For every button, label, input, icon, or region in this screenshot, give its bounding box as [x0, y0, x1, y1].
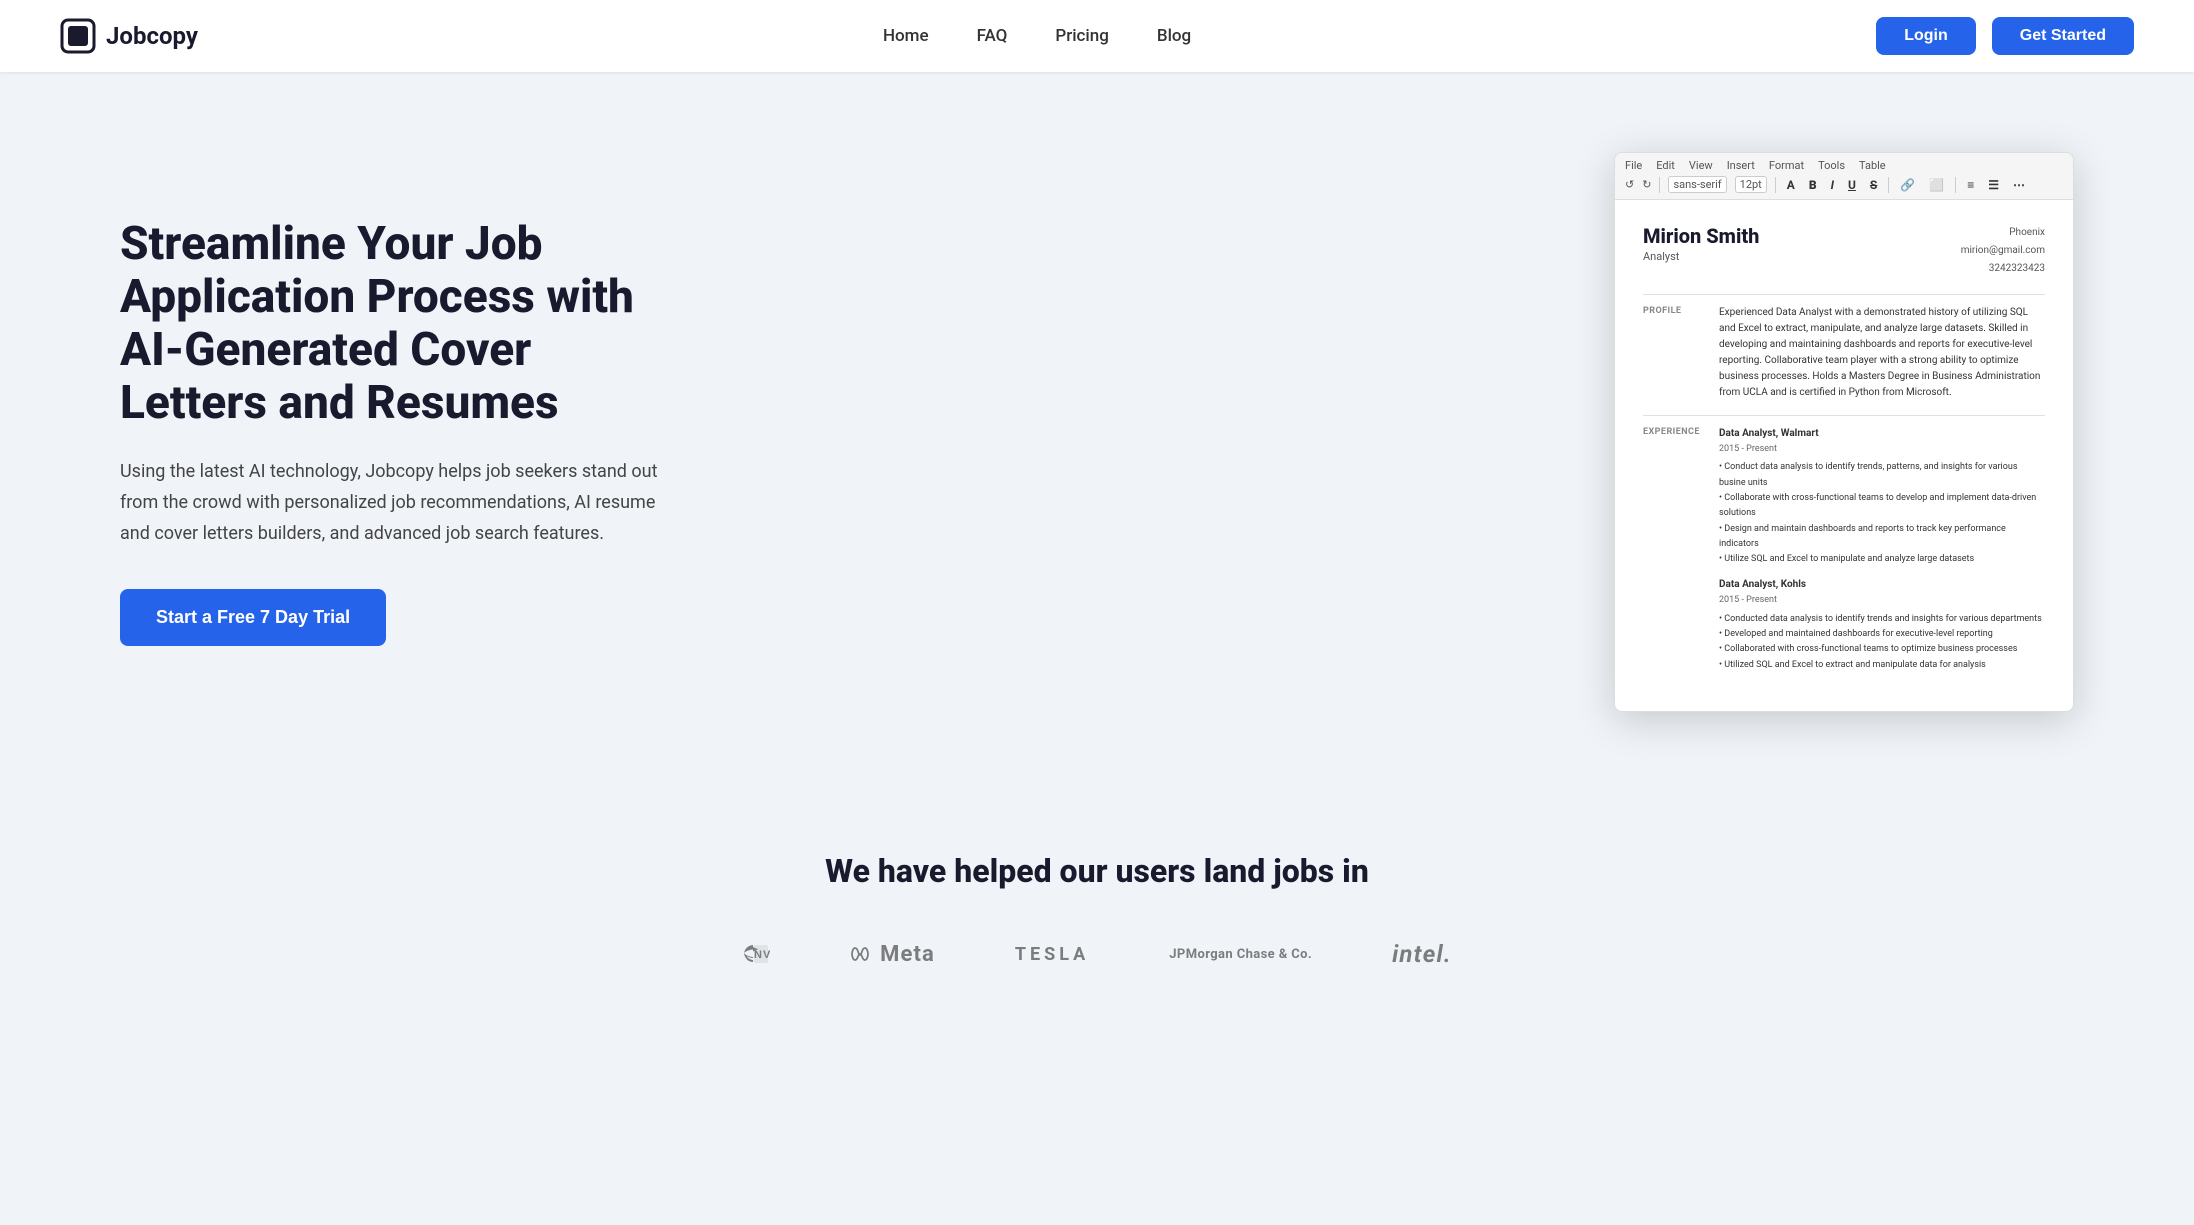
intel-text: intel.: [1392, 940, 1452, 968]
bold-btn: A: [1784, 177, 1798, 193]
companies-title: We have helped our users land jobs in: [120, 852, 2074, 890]
nvidia-icon: NVIDIA: [742, 945, 770, 963]
toolbar-menu: File Edit View Insert Format Tools Table: [1625, 159, 2063, 172]
brand-name: Jobcopy: [106, 22, 198, 50]
job-2-bullets: • Conducted data analysis to identify tr…: [1719, 612, 2045, 673]
sep3: [1888, 177, 1889, 193]
resume-divider-2: [1643, 415, 2045, 416]
hero-section: Streamline Your Job Application Process …: [0, 72, 2194, 792]
nav-links: Home FAQ Pricing Blog: [883, 26, 1191, 46]
job-2-title: Data Analyst, Kohls: [1719, 577, 2045, 593]
size-select: 12pt: [1735, 176, 1767, 193]
resume-mockup: File Edit View Insert Format Tools Table…: [1614, 152, 2074, 712]
resume-window: File Edit View Insert Format Tools Table…: [1614, 152, 2074, 712]
job-2-bullet-4: • Utilized SQL and Excel to extract and …: [1719, 658, 2045, 673]
bold-b: B: [1806, 177, 1820, 193]
more-icon: ⋯: [2010, 177, 2028, 193]
profile-label: PROFILE: [1643, 305, 1703, 401]
menu-insert: Insert: [1727, 159, 1755, 172]
jpmorgan-text: JPMorgan Chase & Co.: [1169, 947, 1312, 962]
brand-logo[interactable]: Jobcopy: [60, 18, 198, 54]
tesla-text: TESLA: [1015, 944, 1089, 965]
sep2: [1775, 177, 1776, 193]
trial-button[interactable]: Start a Free 7 Day Trial: [120, 589, 386, 646]
undo-icon: ↺: [1625, 178, 1634, 191]
resume-name: Mirion Smith: [1643, 224, 1759, 248]
job-2-bullet-3: • Collaborated with cross-functional tea…: [1719, 642, 2045, 657]
nav-home[interactable]: Home: [883, 26, 929, 46]
menu-file: File: [1625, 159, 1642, 172]
resume-toolbar: File Edit View Insert Format Tools Table…: [1615, 153, 2073, 200]
job-1-bullet-3: • Design and maintain dashboards and rep…: [1719, 522, 2045, 553]
sep4: [1955, 177, 1956, 193]
resume-divider-1: [1643, 294, 2045, 295]
resume-name-block: Mirion Smith Analyst: [1643, 224, 1759, 278]
nav-faq[interactable]: FAQ: [977, 26, 1008, 46]
meta-text: Meta: [880, 942, 935, 967]
hero-content: Streamline Your Job Application Process …: [120, 218, 680, 646]
get-started-button[interactable]: Get Started: [1992, 17, 2134, 55]
job-1-title: Data Analyst, Walmart: [1719, 426, 2045, 442]
resume-header: Mirion Smith Analyst Phoenix mirion@gmai…: [1643, 224, 2045, 278]
hero-subtitle: Using the latest AI technology, Jobcopy …: [120, 457, 680, 549]
experience-label: EXPERIENCE: [1643, 426, 1703, 673]
companies-logos: NVIDIA Meta TESLA JPMorgan Chase & Co. i…: [120, 940, 2074, 968]
logo-icon: [60, 18, 96, 54]
toolbar-controls: ↺ ↻ sans-serif 12pt A B I U S 🔗 ⬜ ≡: [1625, 176, 2063, 193]
nav-actions: Login Get Started: [1876, 17, 2134, 55]
resume-email: mirion@gmail.com: [1961, 242, 2045, 260]
underline-u: U: [1845, 177, 1859, 193]
nvidia-logo: NVIDIA: [742, 945, 770, 963]
list-icon: ☰: [1985, 177, 2002, 193]
strikethrough-s: S: [1867, 177, 1880, 193]
resume-location: Phoenix: [1961, 224, 2045, 242]
job-1-bullets: • Conduct data analysis to identify tren…: [1719, 460, 2045, 567]
nav-blog[interactable]: Blog: [1157, 26, 1191, 46]
resume-profile-section: PROFILE Experienced Data Analyst with a …: [1643, 305, 2045, 401]
tesla-logo: TESLA: [1015, 944, 1089, 965]
resume-contact: Phoenix mirion@gmail.com 3242323423: [1961, 224, 2045, 278]
meta-logo: Meta: [850, 942, 935, 967]
login-button[interactable]: Login: [1876, 17, 1976, 55]
job-1-dates: 2015 - Present: [1719, 442, 2045, 456]
meta-icon: [850, 946, 874, 962]
navbar: Jobcopy Home FAQ Pricing Blog Login Get …: [0, 0, 2194, 72]
resume-role: Analyst: [1643, 250, 1759, 263]
italic-i: I: [1828, 177, 1837, 193]
job-2-dates: 2015 - Present: [1719, 593, 2045, 607]
image-icon: ⬜: [1926, 177, 1947, 193]
menu-table: Table: [1859, 159, 1886, 172]
job-2-bullet-2: • Developed and maintained dashboards fo…: [1719, 627, 2045, 642]
job-2: Data Analyst, Kohls 2015 - Present • Con…: [1719, 577, 2045, 673]
font-select: sans-serif: [1668, 176, 1726, 193]
menu-edit: Edit: [1656, 159, 1675, 172]
link-icon: 🔗: [1897, 177, 1918, 193]
menu-tools: Tools: [1818, 159, 1845, 172]
profile-text: Experienced Data Analyst with a demonstr…: [1719, 305, 2045, 401]
menu-view: View: [1689, 159, 1713, 172]
job-2-bullet-1: • Conducted data analysis to identify tr…: [1719, 612, 2045, 627]
redo-icon: ↻: [1642, 178, 1651, 191]
experience-content: Data Analyst, Walmart 2015 - Present • C…: [1719, 426, 2045, 673]
svg-text:NVIDIA: NVIDIA: [754, 949, 770, 961]
align-icon: ≡: [1964, 177, 1977, 193]
resume-experience-section: EXPERIENCE Data Analyst, Walmart 2015 - …: [1643, 426, 2045, 673]
job-1-bullet-4: • Utilize SQL and Excel to manipulate an…: [1719, 552, 2045, 567]
resume-body: Mirion Smith Analyst Phoenix mirion@gmai…: [1615, 200, 2073, 711]
job-1-bullet-2: • Collaborate with cross-functional team…: [1719, 491, 2045, 522]
nav-pricing[interactable]: Pricing: [1055, 26, 1109, 46]
companies-section: We have helped our users land jobs in NV…: [0, 792, 2194, 1028]
job-1: Data Analyst, Walmart 2015 - Present • C…: [1719, 426, 2045, 567]
jpmorgan-logo: JPMorgan Chase & Co.: [1169, 947, 1312, 962]
job-1-bullet-1: • Conduct data analysis to identify tren…: [1719, 460, 2045, 491]
hero-title: Streamline Your Job Application Process …: [120, 218, 680, 430]
resume-phone: 3242323423: [1961, 260, 2045, 278]
intel-logo: intel.: [1392, 940, 1452, 968]
sep1: [1659, 177, 1660, 193]
menu-format: Format: [1769, 159, 1804, 172]
